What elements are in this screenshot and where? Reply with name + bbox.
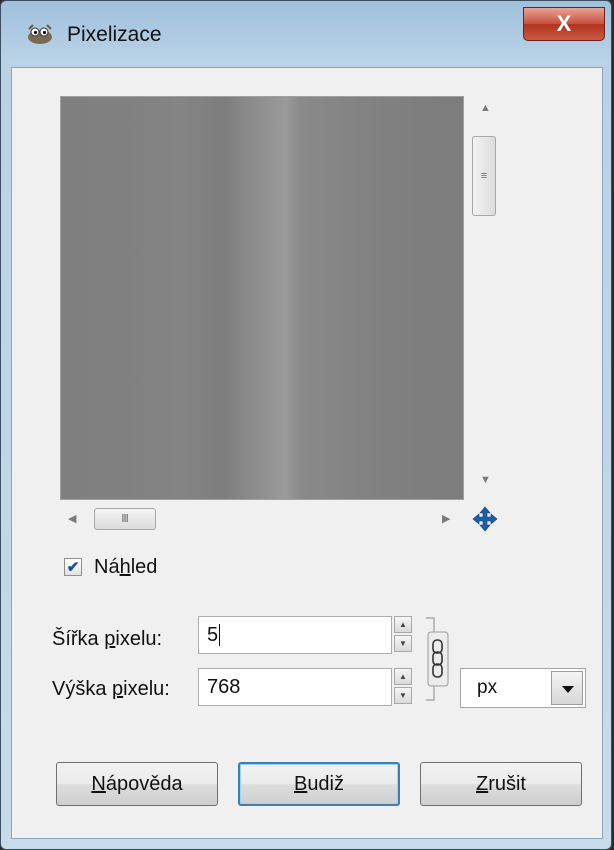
horizontal-scroll-thumb[interactable]: Ⅲ (94, 508, 156, 530)
preview-horizontal-scrollbar[interactable]: ◀ Ⅲ ▶ (60, 504, 464, 534)
scroll-up-arrow-icon[interactable]: ▲ (480, 102, 491, 114)
preview-checkbox-label[interactable]: Náhled (94, 556, 157, 579)
navigate-move-icon[interactable] (470, 504, 500, 534)
ok-button[interactable]: Budiž (238, 762, 400, 806)
pixel-height-label: Výška pixelu: (52, 678, 170, 700)
scroll-left-arrow-icon[interactable]: ◀ (68, 512, 76, 525)
pixel-width-label: Šířka pixelu: (52, 628, 163, 650)
increase-arrow-icon[interactable]: ▲ (394, 668, 412, 685)
pixel-height-spinner[interactable]: ▲ ▼ (394, 668, 414, 706)
increase-arrow-icon[interactable]: ▲ (394, 616, 412, 633)
vertical-scroll-thumb[interactable]: ≡ (472, 136, 496, 216)
scroll-down-arrow-icon[interactable]: ▼ (480, 474, 491, 486)
pixel-width-spinner[interactable]: ▲ ▼ (394, 616, 414, 654)
pixel-width-input[interactable]: 5 (198, 616, 392, 654)
decrease-arrow-icon[interactable]: ▼ (394, 635, 412, 652)
window-title: Pixelizace (67, 23, 162, 46)
pixelize-dialog-window: Pixelizace X ▲ ≡ ▼ ◀ Ⅲ ▶ ✔ Náhled Šířka … (0, 0, 612, 850)
scroll-right-arrow-icon[interactable]: ▶ (442, 512, 450, 525)
preview-area[interactable] (60, 96, 464, 500)
dialog-body: ▲ ≡ ▼ ◀ Ⅲ ▶ ✔ Náhled Šířka pixelu: 5 ▲ ▼… (11, 67, 603, 839)
close-button[interactable]: X (523, 7, 605, 41)
cancel-button[interactable]: Zrušit (420, 762, 582, 806)
pixel-height-input[interactable]: 768 (198, 668, 392, 706)
preview-checkbox-row[interactable]: ✔ Náhled (64, 554, 157, 580)
decrease-arrow-icon[interactable]: ▼ (394, 687, 412, 704)
gimp-wilber-icon (28, 24, 52, 44)
preview-vertical-scrollbar[interactable]: ▲ ≡ ▼ (470, 98, 500, 490)
help-button[interactable]: Nápověda (56, 762, 218, 806)
chain-link-icon[interactable] (424, 614, 450, 704)
title-bar[interactable]: Pixelizace X (1, 1, 611, 65)
preview-checkbox[interactable]: ✔ (64, 558, 82, 576)
unit-select[interactable]: px (460, 668, 586, 708)
chevron-down-icon[interactable] (551, 671, 583, 705)
